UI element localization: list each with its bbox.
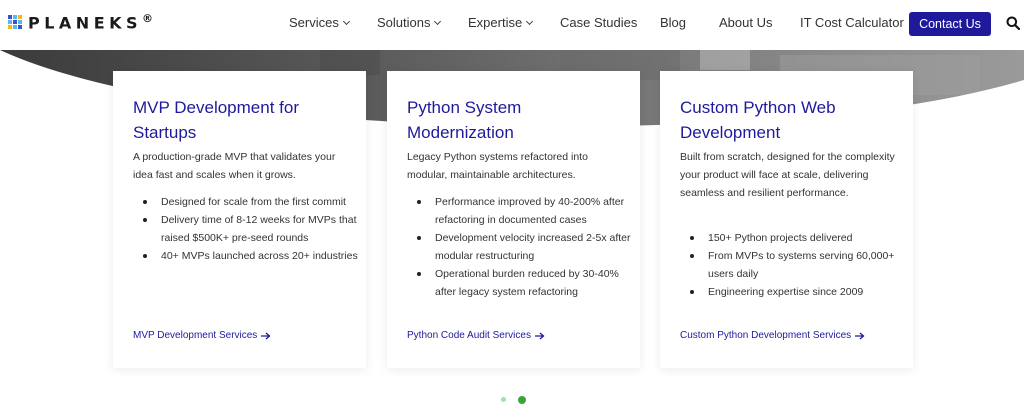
nav-item-label: IT Cost Calculator bbox=[800, 15, 904, 30]
list-item: 150+ Python projects delivered bbox=[680, 229, 905, 247]
mvp-services-link[interactable]: MVP Development Services bbox=[133, 330, 271, 341]
list-item: Delivery time of 8-12 weeks for MVPs tha… bbox=[133, 211, 358, 247]
card-bullet-list: Designed for scale from the first commit… bbox=[133, 193, 358, 265]
card-description: Legacy Python systems refactored into mo… bbox=[407, 151, 588, 181]
card-bullet-list: Performance improved by 40-200% after re… bbox=[407, 193, 632, 301]
service-card-custom-python-web: Custom Python Web Development Built from… bbox=[660, 71, 913, 368]
service-card-python-modernization: Python System Modernization Legacy Pytho… bbox=[387, 71, 640, 368]
list-item: From MVPs to systems serving 60,000+ use… bbox=[680, 247, 905, 283]
custom-python-development-link[interactable]: Custom Python Development Services bbox=[680, 330, 865, 341]
nav-item-label: Blog bbox=[660, 15, 687, 30]
list-item: Engineering expertise since 2009 bbox=[680, 283, 905, 301]
nav-item-label: About Us bbox=[719, 15, 773, 30]
list-item: Performance improved by 40-200% after re… bbox=[407, 193, 632, 229]
list-item: Operational burden reduced by 30-40% aft… bbox=[407, 265, 632, 301]
arrow-right-icon bbox=[855, 332, 865, 339]
card-bullet-list: 150+ Python projects delivered From MVPs… bbox=[680, 229, 905, 301]
nav-item-blog[interactable]: Blog bbox=[660, 15, 686, 30]
card-description: Built from scratch, designed for the com… bbox=[680, 151, 895, 199]
list-item: Development velocity increased 2-5x afte… bbox=[407, 229, 632, 265]
nav-item-label: Services bbox=[289, 15, 339, 30]
link-label: Python Code Audit Services bbox=[407, 330, 531, 341]
card-title: Python System Modernization bbox=[407, 98, 522, 142]
list-item: Designed for scale from the first commit bbox=[133, 193, 358, 211]
link-label: Custom Python Development Services bbox=[680, 330, 852, 341]
carousel-dot-1[interactable] bbox=[501, 397, 506, 402]
nav-item-services[interactable]: Services bbox=[289, 15, 350, 30]
nav-item-solutions[interactable]: Solutions bbox=[377, 15, 442, 30]
arrow-right-icon bbox=[534, 332, 545, 339]
list-item: 40+ MVPs launched across 20+ industries bbox=[133, 247, 358, 265]
main-nav: Services Solutions Expertise Case Studie… bbox=[0, 0, 1024, 50]
card-title: MVP Development for Startups bbox=[133, 98, 299, 142]
nav-item-label: Expertise bbox=[468, 15, 523, 30]
nav-item-expertise[interactable]: Expertise bbox=[468, 15, 534, 30]
nav-item-about-us[interactable]: About Us bbox=[719, 15, 772, 30]
search-icon[interactable] bbox=[1006, 16, 1020, 30]
nav-item-it-cost-calculator[interactable]: IT Cost Calculator bbox=[800, 15, 904, 30]
chevron-down-icon bbox=[342, 17, 350, 25]
card-description: A production-grade MVP that validates yo… bbox=[133, 151, 336, 181]
python-code-audit-link[interactable]: Python Code Audit Services bbox=[407, 330, 545, 341]
chevron-down-icon bbox=[526, 17, 534, 25]
chevron-down-icon bbox=[434, 17, 442, 25]
arrow-right-icon bbox=[261, 332, 271, 339]
nav-item-label: Solutions bbox=[377, 15, 431, 30]
link-label: MVP Development Services bbox=[133, 330, 258, 341]
carousel-dot-2-active[interactable] bbox=[518, 396, 526, 404]
card-title: Custom Python Web Development bbox=[680, 98, 836, 142]
site-header: PLANEKS® Services Solutions Expertise Ca… bbox=[0, 0, 1024, 50]
service-card-mvp: MVP Development for Startups A productio… bbox=[113, 71, 366, 368]
nav-item-label: Case Studies bbox=[560, 15, 638, 30]
contact-us-button[interactable]: Contact Us bbox=[909, 12, 991, 36]
nav-item-case-studies[interactable]: Case Studies bbox=[560, 15, 637, 30]
